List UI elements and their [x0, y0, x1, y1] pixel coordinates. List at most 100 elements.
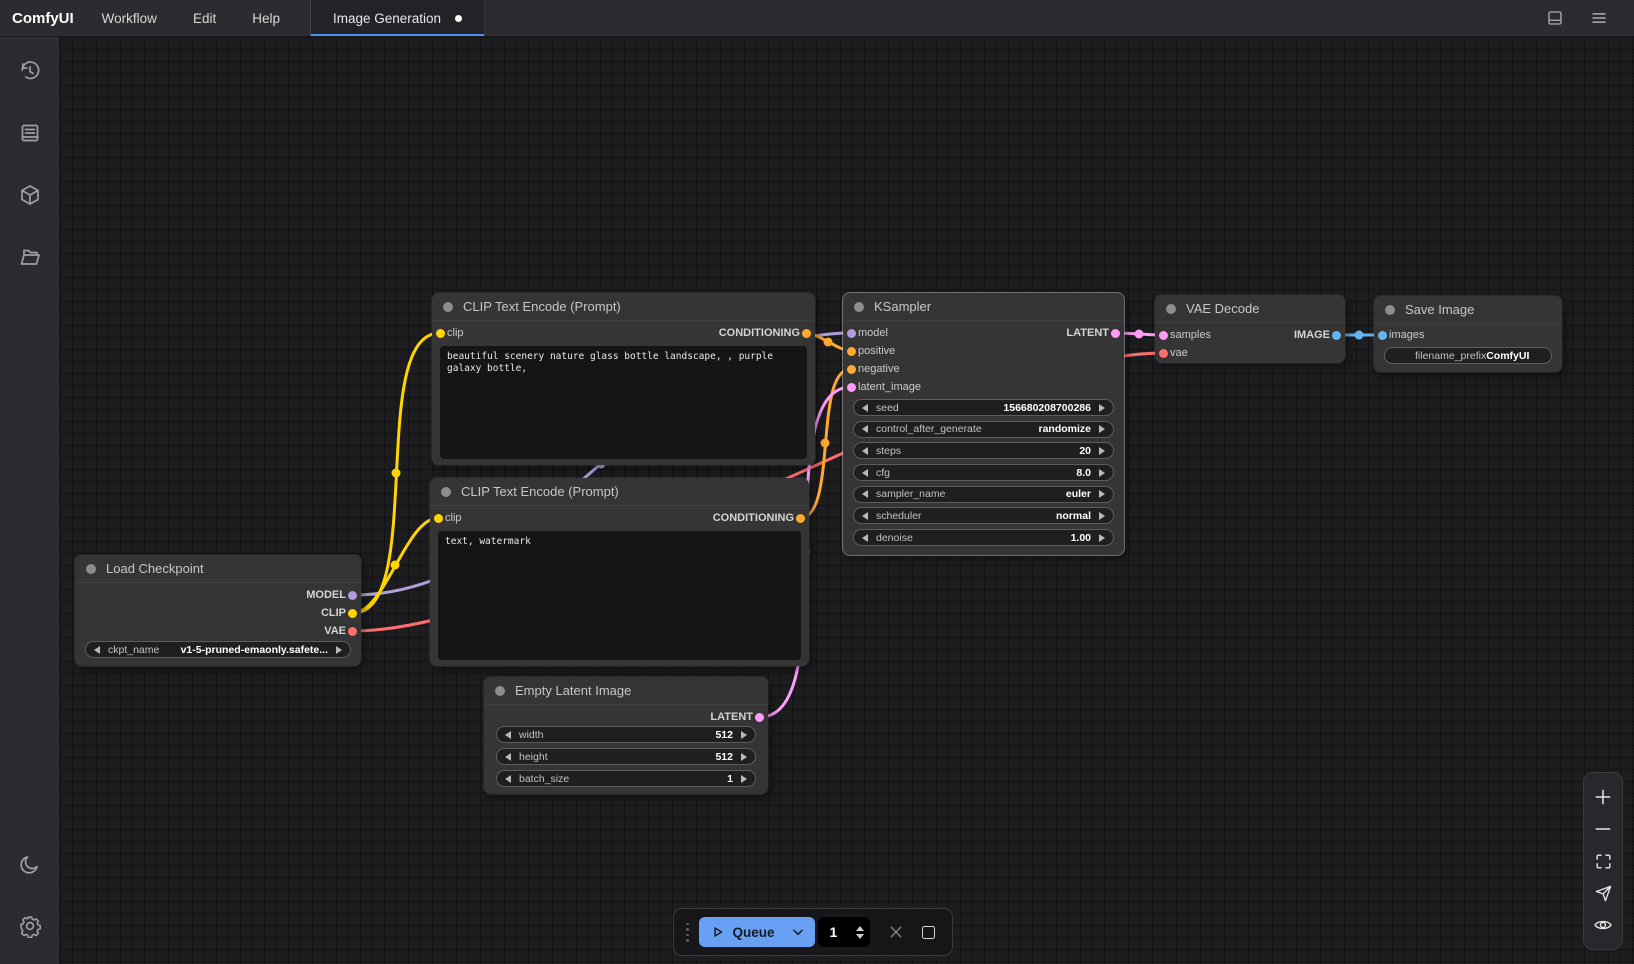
collapse-dot[interactable] [1385, 305, 1395, 315]
next-value-icon[interactable] [1099, 447, 1105, 455]
node-clip-text-encode-negative[interactable]: CLIP Text Encode (Prompt) clip CONDITION… [430, 478, 809, 666]
toggle-link-visibility-button[interactable] [1589, 911, 1617, 939]
collapse-dot[interactable] [86, 564, 96, 574]
zoom-out-button[interactable] [1589, 815, 1617, 843]
port-model-in[interactable] [847, 329, 856, 338]
widget-denoise[interactable]: denoise 1.00 [853, 529, 1114, 546]
node-header[interactable]: Empty Latent Image [484, 677, 768, 705]
port-vae-in[interactable] [1159, 349, 1168, 358]
menu-edit[interactable]: Edit [179, 5, 230, 32]
queue-options-caret[interactable] [787, 925, 815, 939]
increment-icon[interactable] [856, 926, 864, 931]
queue-panel-button[interactable] [10, 113, 50, 153]
node-load-checkpoint[interactable]: Load Checkpoint MODEL CLIP VAE ckpt_nam [75, 555, 361, 666]
node-empty-latent-image[interactable]: Empty Latent Image LATENT width 512 heig… [484, 677, 768, 794]
prev-value-icon[interactable] [505, 731, 511, 739]
model-library-button[interactable] [10, 175, 50, 215]
prev-value-icon[interactable] [862, 447, 868, 455]
port-clip-out[interactable] [348, 609, 357, 618]
port-conditioning-out[interactable] [796, 514, 805, 523]
collapse-dot[interactable] [1166, 304, 1176, 314]
prev-value-icon[interactable] [862, 425, 868, 433]
port-samples-in[interactable] [1159, 331, 1168, 340]
widget-sampler-name[interactable]: sampler_name euler [853, 486, 1114, 503]
port-latent-image-in[interactable] [847, 383, 856, 392]
next-value-icon[interactable] [1099, 490, 1105, 498]
prompt-text-field[interactable]: beautiful scenery nature glass bottle la… [440, 346, 807, 459]
fit-view-button[interactable] [1589, 847, 1617, 875]
widget-seed[interactable]: seed 156680208700286 [853, 399, 1114, 416]
zoom-in-button[interactable] [1589, 783, 1617, 811]
widget-control-after-generate[interactable]: control_after_generate randomize [853, 421, 1114, 438]
next-value-icon[interactable] [741, 775, 747, 783]
theme-toggle-button[interactable] [10, 844, 50, 884]
prev-value-icon[interactable] [862, 534, 868, 542]
select-mode-button[interactable] [1589, 879, 1617, 907]
widget-cfg[interactable]: cfg 8.0 [853, 464, 1114, 481]
port-model-out[interactable] [348, 591, 357, 600]
prev-value-icon[interactable] [862, 404, 868, 412]
node-header[interactable]: Save Image [1374, 296, 1562, 324]
menu-help[interactable]: Help [238, 5, 294, 32]
main-menu-button[interactable] [1584, 3, 1614, 33]
next-value-icon[interactable] [741, 731, 747, 739]
node-clip-text-encode-positive[interactable]: CLIP Text Encode (Prompt) clip CONDITION… [432, 293, 815, 465]
port-negative-in[interactable] [847, 365, 856, 374]
history-button[interactable] [10, 51, 50, 91]
prev-value-icon[interactable] [505, 775, 511, 783]
next-value-icon[interactable] [1099, 534, 1105, 542]
prev-value-icon[interactable] [94, 646, 100, 654]
port-clip-in[interactable] [436, 329, 445, 338]
port-vae-out[interactable] [348, 627, 357, 636]
widget-scheduler[interactable]: scheduler normal [853, 507, 1114, 524]
prev-value-icon[interactable] [862, 469, 868, 477]
port-positive-in[interactable] [847, 347, 856, 356]
port-images-in[interactable] [1378, 331, 1387, 340]
collapse-dot[interactable] [443, 302, 453, 312]
port-latent-out[interactable] [755, 713, 764, 722]
node-header[interactable]: VAE Decode [1155, 295, 1345, 323]
next-value-icon[interactable] [1099, 512, 1105, 520]
next-value-icon[interactable] [741, 753, 747, 761]
prev-value-icon[interactable] [862, 512, 868, 520]
prompt-text-field[interactable]: text, watermark [438, 531, 801, 660]
bottom-panel-toggle-button[interactable] [1540, 3, 1570, 33]
widget-width[interactable]: width 512 [496, 726, 756, 743]
port-clip-in[interactable] [434, 514, 443, 523]
widget-height[interactable]: height 512 [496, 748, 756, 765]
widget-filename-prefix[interactable]: filename_prefix ComfyUI [1384, 347, 1552, 364]
node-vae-decode[interactable]: VAE Decode samples IMAGE vae [1155, 295, 1345, 363]
node-header[interactable]: CLIP Text Encode (Prompt) [430, 478, 809, 506]
next-value-icon[interactable] [1099, 469, 1105, 477]
port-image-out[interactable] [1332, 331, 1341, 340]
queue-button[interactable]: Queue [699, 917, 815, 947]
prev-value-icon[interactable] [505, 753, 511, 761]
node-ksampler[interactable]: KSampler model LATENT positive negative [843, 293, 1124, 555]
collapse-dot[interactable] [495, 686, 505, 696]
decrement-icon[interactable] [856, 934, 864, 939]
node-header[interactable]: Load Checkpoint [75, 555, 361, 583]
menu-workflow[interactable]: Workflow [88, 5, 171, 32]
settings-button[interactable] [10, 906, 50, 946]
prev-value-icon[interactable] [862, 490, 868, 498]
clear-queue-button[interactable] [888, 924, 904, 940]
collapse-dot[interactable] [854, 302, 864, 312]
node-title: CLIP Text Encode (Prompt) [463, 299, 621, 314]
next-value-icon[interactable] [336, 646, 342, 654]
node-save-image[interactable]: Save Image images filename_prefix ComfyU… [1374, 296, 1562, 372]
drag-handle-icon[interactable] [686, 923, 689, 942]
node-header[interactable]: CLIP Text Encode (Prompt) [432, 293, 815, 321]
widget-steps[interactable]: steps 20 [853, 442, 1114, 459]
workflows-button[interactable] [10, 237, 50, 277]
port-latent-out[interactable] [1111, 329, 1120, 338]
port-conditioning-out[interactable] [802, 329, 811, 338]
stop-button[interactable] [922, 926, 935, 939]
widget-batch-size[interactable]: batch_size 1 [496, 770, 756, 787]
batch-count-input[interactable]: 1 [818, 917, 870, 947]
node-header[interactable]: KSampler [843, 293, 1124, 321]
tab-image-generation[interactable]: Image Generation [310, 0, 485, 36]
next-value-icon[interactable] [1099, 425, 1105, 433]
collapse-dot[interactable] [441, 487, 451, 497]
next-value-icon[interactable] [1099, 404, 1105, 412]
widget-ckpt-name[interactable]: ckpt_name v1-5-pruned-emaonly.safete... [85, 641, 351, 658]
